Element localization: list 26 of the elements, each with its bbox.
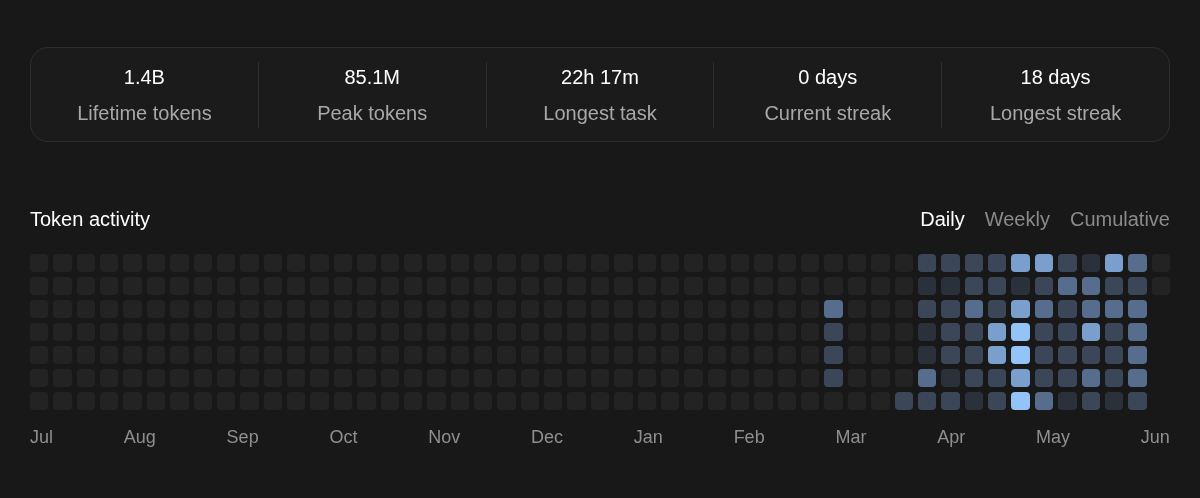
view-tab[interactable]: Cumulative [1069,204,1170,234]
stat-label: Longest task [543,100,657,126]
section-title: Token activity [30,207,151,232]
stat-value: 85.1M [344,64,400,90]
stat-value: 1.4B [123,64,165,90]
month-label: Sep [226,426,259,449]
month-label: Aug [123,426,156,449]
month-label: Jan [633,426,663,449]
stat-label: Current streak [764,100,892,126]
month-label: May [1036,426,1071,449]
month-label: Jun [1140,426,1170,449]
month-label: Dec [531,426,564,449]
month-label: Jul [30,426,53,449]
month-label: Nov [428,426,461,449]
month-label: Mar [835,426,867,449]
stat-label: Longest streak [990,100,1122,126]
stat-value: 18 days [1020,64,1091,90]
view-tab[interactable]: Weekly [984,204,1050,234]
month-label: Oct [329,426,358,449]
stat-label: Lifetime tokens [77,100,212,126]
stat-value: 22h 17m [561,64,639,90]
stat-label: Peak tokens [317,100,428,126]
view-tab[interactable]: Daily [920,204,965,234]
stat-value: 0 days [798,64,858,90]
month-label: Feb [733,426,765,449]
month-label: Apr [937,426,966,449]
